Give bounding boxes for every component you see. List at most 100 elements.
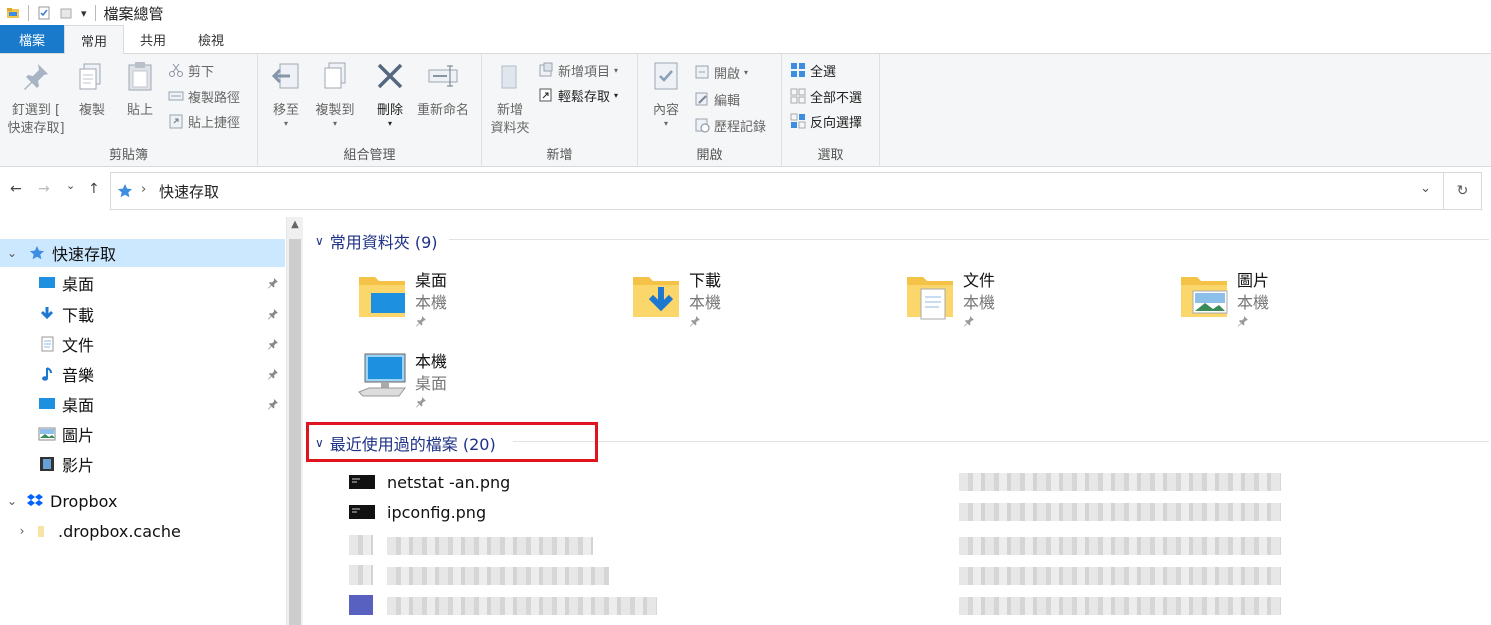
invert-selection-button[interactable]: 反向選擇	[790, 110, 862, 132]
properties-icon[interactable]	[37, 6, 51, 20]
nav-item-downloads[interactable]: 下載	[0, 300, 285, 328]
recent-file-name: ipconfig.png	[387, 502, 487, 522]
breadcrumb-separator-icon: ›	[141, 182, 147, 197]
select-none-button[interactable]: 全部不選	[790, 85, 862, 107]
clipboard-icon	[128, 62, 152, 91]
chevron-down-icon[interactable]: ⌄	[4, 494, 20, 508]
back-button[interactable]: ←	[10, 181, 22, 197]
video-icon	[40, 457, 54, 471]
folder-tile-desktop[interactable]: 桌面 本機	[357, 267, 617, 337]
folder-tile-pictures[interactable]: 圖片 本機	[1179, 267, 1439, 337]
nav-item-music[interactable]: 音樂	[0, 360, 285, 388]
nav-item-label: 影片	[62, 456, 95, 475]
scrollbar-thumb[interactable]	[289, 239, 301, 625]
rename-label: 重新命名	[416, 103, 469, 118]
pin-icon	[964, 316, 974, 327]
chevron-right-icon[interactable]: ›	[14, 524, 30, 538]
delete-dropdown-icon: ▾	[387, 119, 392, 128]
history-button[interactable]: 歷程記錄	[694, 114, 766, 136]
new-item-icon	[539, 62, 553, 77]
tab-file[interactable]: 檔案	[0, 25, 64, 53]
pin-to-quick-access-button[interactable]: 釘選到 [ 快速存取]	[4, 60, 68, 138]
terminal-image-icon	[349, 475, 375, 489]
desktop-folder-icon	[359, 277, 405, 317]
organize-group: 移至 ▾ 複製到 ▾ 刪除 ▾ 重新命名 組合管理	[258, 54, 482, 167]
pin-icon[interactable]	[267, 368, 279, 380]
tab-share[interactable]: 共用	[124, 25, 182, 53]
pin-icon[interactable]	[267, 338, 279, 350]
pin-icon	[1238, 316, 1248, 327]
properties-button[interactable]: 內容 ▾	[646, 60, 686, 128]
pin-icon	[24, 64, 48, 90]
frequent-folders-header[interactable]: ∨ 常用資料夾 (9)	[315, 229, 438, 253]
folder-name: 圖片	[1237, 271, 1270, 290]
properties-dropdown-icon: ▾	[663, 119, 668, 128]
nav-item-quick-access[interactable]: ⌄ 快速存取	[0, 239, 285, 267]
edit-button[interactable]: 編輯	[694, 88, 740, 110]
pin-label-line1: 釘選到 [	[11, 103, 61, 118]
cut-button[interactable]: 剪下	[168, 59, 214, 81]
nav-item-label: 音樂	[62, 366, 95, 385]
recent-locations-button[interactable]: ⌄	[66, 179, 75, 192]
tab-view[interactable]: 檢視	[182, 25, 240, 53]
pin-icon[interactable]	[267, 398, 279, 410]
address-dropdown-icon[interactable]: ⌄	[1420, 181, 1431, 196]
nav-item-pictures[interactable]: 圖片	[0, 420, 285, 448]
nav-item-videos[interactable]: 影片	[0, 450, 285, 478]
folder-tile-this-pc[interactable]: 本機 桌面	[357, 348, 617, 418]
recent-file-row[interactable]: netstat -an.png	[349, 468, 510, 496]
nav-item-dropbox[interactable]: ⌄ Dropbox	[0, 487, 285, 515]
nav-item-desktop-2[interactable]: 桌面	[0, 390, 285, 418]
invert-selection-icon	[790, 113, 806, 129]
nav-item-desktop[interactable]: 桌面	[0, 269, 285, 297]
open-button[interactable]: 開啟 ▾	[694, 61, 748, 83]
pin-icon[interactable]	[267, 277, 279, 289]
new-item-button[interactable]: 新增項目 ▾	[538, 59, 618, 81]
paste-shortcut-icon	[169, 114, 183, 129]
nav-item-dropbox-cache[interactable]: › .dropbox.cache	[0, 517, 285, 545]
address-bar[interactable]: › 快速存取 ⌄	[110, 172, 1444, 210]
paste-shortcut-button[interactable]: 貼上捷徑	[168, 110, 240, 132]
refresh-button[interactable]: ↻	[1444, 172, 1482, 210]
delete-button[interactable]: 刪除 ▾	[370, 60, 410, 128]
nav-scrollbar[interactable]: ▲	[286, 217, 303, 625]
documents-folder-icon	[907, 277, 953, 320]
paste-shortcut-label: 貼上捷徑	[188, 115, 241, 131]
forward-button[interactable]: →	[38, 181, 50, 197]
recent-file-row[interactable]: ipconfig.png	[349, 498, 486, 526]
edit-label: 編輯	[714, 93, 741, 109]
address-path[interactable]: 快速存取	[159, 181, 219, 202]
copy-path-button[interactable]: 複製路徑	[168, 85, 240, 107]
customize-toolbar-icon[interactable]: ▾	[81, 7, 87, 20]
paste-button[interactable]: 貼上	[120, 60, 160, 120]
scissors-icon	[169, 63, 183, 77]
download-icon	[40, 307, 54, 320]
pin-icon[interactable]	[267, 308, 279, 320]
folder-tile-downloads[interactable]: 下載 本機	[631, 267, 891, 337]
move-to-button[interactable]: 移至 ▾	[266, 60, 306, 128]
select-none-icon	[790, 88, 806, 104]
title-bar: ▾ 檔案總管	[0, 0, 1491, 26]
folder-name: 桌面	[415, 271, 448, 290]
rename-button[interactable]: 重新命名	[412, 60, 474, 120]
select-all-label: 全選	[810, 64, 837, 80]
easy-access-label: 輕鬆存取	[558, 89, 611, 105]
copy-button[interactable]: 複製	[72, 60, 112, 120]
open-group-label: 開啟	[696, 148, 723, 163]
document-icon	[41, 336, 54, 352]
copy-to-button[interactable]: 複製到 ▾	[310, 60, 360, 128]
copy-to-icon	[324, 62, 346, 89]
up-button[interactable]: ↑	[88, 181, 100, 197]
nav-item-documents[interactable]: 文件	[0, 330, 285, 358]
new-folder-button[interactable]: 新增 資料夾	[486, 60, 534, 138]
history-label: 歷程記錄	[714, 119, 767, 135]
select-all-button[interactable]: 全選	[790, 59, 836, 81]
scroll-up-icon[interactable]: ▲	[287, 219, 303, 230]
tab-home[interactable]: 常用	[64, 25, 125, 54]
new-folder-icon[interactable]	[59, 6, 73, 20]
this-pc-icon	[358, 353, 406, 397]
rename-icon	[428, 65, 458, 87]
easy-access-button[interactable]: 輕鬆存取 ▾	[538, 84, 618, 106]
chevron-down-icon[interactable]: ⌄	[4, 246, 20, 260]
folder-tile-documents[interactable]: 文件 本機	[905, 267, 1165, 337]
